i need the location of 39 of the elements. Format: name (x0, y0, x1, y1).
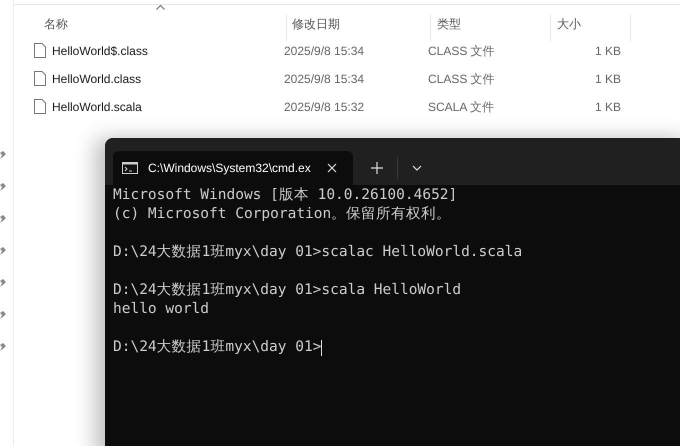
file-size: 1 KB (594, 98, 621, 116)
pin-icon[interactable] (0, 279, 6, 287)
pin-icon[interactable] (0, 343, 6, 351)
file-type: SCALA 文件 (428, 98, 496, 116)
close-icon[interactable] (327, 163, 337, 173)
chevron-down-icon[interactable] (412, 165, 422, 171)
terminal-tab[interactable]: C:\Windows\System32\cmd.ex (113, 151, 353, 185)
column-header[interactable]: 修改日期 (292, 17, 340, 31)
tab-title: C:\Windows\System32\cmd.ex (148, 160, 311, 177)
pin-icon[interactable] (0, 151, 6, 159)
file-size: 1 KB (594, 42, 621, 60)
column-header[interactable]: 类型 (437, 17, 461, 31)
terminal-line: D:\24大数据1班myx\day 01> (113, 338, 322, 357)
file-name[interactable]: HelloWorld.class (52, 70, 142, 88)
file-icon (34, 43, 46, 58)
pin-icon[interactable] (0, 247, 6, 255)
modified-date: 2025/9/8 15:34 (284, 42, 366, 60)
terminal-line: D:\24大数据1班myx\day 01>scala HelloWorld (113, 281, 462, 300)
terminal-line: (c) Microsoft Corporation。保留所有权利。 (113, 205, 452, 224)
file-type: CLASS 文件 (428, 70, 496, 88)
file-icon (34, 99, 46, 114)
console-icon (122, 162, 138, 174)
terminal-line: hello world (113, 300, 210, 319)
file-icon (34, 71, 46, 86)
file-size: 1 KB (594, 70, 621, 88)
sort-caret-icon (156, 5, 165, 10)
terminal-line: Microsoft Windows [版本 10.0.26100.4652] (113, 186, 458, 205)
new-tab-icon[interactable] (371, 162, 383, 174)
file-name[interactable]: HelloWorld$.class (52, 42, 148, 60)
modified-date: 2025/9/8 15:34 (284, 70, 366, 88)
column-header[interactable]: 名称 (44, 17, 68, 31)
file-name[interactable]: HelloWorld.scala (52, 98, 142, 116)
modified-date: 2025/9/8 15:32 (284, 98, 366, 116)
pin-icon[interactable] (0, 215, 6, 223)
terminal-line: D:\24大数据1班myx\day 01>scalac HelloWorld.scala (113, 243, 522, 262)
file-type: CLASS 文件 (428, 42, 496, 60)
pin-icon[interactable] (0, 183, 6, 191)
column-header[interactable]: 大小 (557, 17, 581, 31)
pin-icon[interactable] (0, 311, 6, 319)
